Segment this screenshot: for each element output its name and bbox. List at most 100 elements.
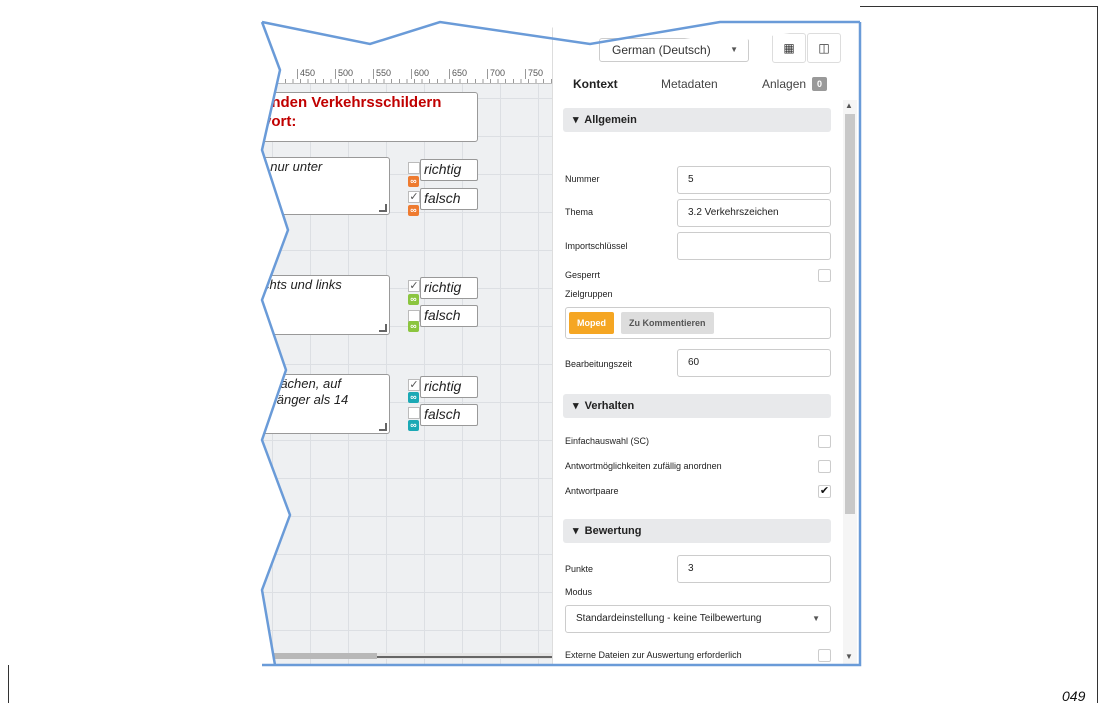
ruler-tick: 550 [373,69,391,79]
section-allgemein[interactable]: ▾ Allgemein [563,108,831,132]
layout-toggle-button[interactable]: ◫ [807,33,841,63]
scrollbar-thumb[interactable] [262,653,377,659]
question-title-box[interactable]: enden Verkehrsschildern vort: [262,92,478,142]
answer-box[interactable]: falsch [420,305,478,327]
link-icon[interactable]: ∞ [408,321,419,332]
question-box[interactable]: t nur unter [262,157,390,215]
tab-metadaten[interactable]: Metadaten [661,68,718,100]
screenshot: 0 450 500 550 600 650 700 750 enden Verk… [262,22,860,665]
chevron-down-icon: ▼ [812,614,820,623]
link-icon[interactable]: ∞ [408,294,419,305]
ruler-tick: 500 [335,69,353,79]
ruler-tick: 700 [487,69,505,79]
label-importschluessel: Importschlüssel [565,241,628,251]
importschluessel-field[interactable] [677,232,831,260]
chevron-down-icon: ▼ [730,45,738,54]
answer-checkbox[interactable] [408,162,420,174]
zielgruppen-tags[interactable]: Moped Zu Kommentieren [565,307,831,339]
language-value: German (Deutsch) [612,43,711,57]
question-box[interactable]: chts und links [262,275,390,335]
scroll-down-icon[interactable]: ▼ [845,652,853,661]
answer-box[interactable]: falsch [420,404,478,426]
label-externe-dateien: Externe Dateien zur Auswertung erforderl… [565,650,742,660]
scroll-up-icon[interactable]: ▲ [845,101,853,110]
question-title-line: vort: [263,113,297,130]
resize-handle-icon[interactable] [379,324,387,332]
properties-content: ▾ Allgemein Nummer 5 Thema 3.2 Verkehrsz… [553,100,843,665]
tab-label: Anlagen [762,77,807,91]
caret-down-icon: ▾ [573,525,579,537]
properties-panel: German (Deutsch) ▼ ▦ ◫ Kontext Metadaten… [552,22,860,665]
gesperrt-checkbox[interactable] [818,269,831,282]
nummer-field[interactable]: 5 [677,166,831,194]
ruler-tick: 600 [411,69,429,79]
attachment-count-badge: 0 [812,77,828,91]
question-text: rkflächen, auf [263,376,342,391]
ruler-tick: 450 [297,69,315,79]
modus-value: Standardeinstellung - keine Teilbewertun… [576,613,762,624]
label-gesperrt: Gesperrt [565,270,601,280]
answer-box[interactable]: falsch [420,188,478,210]
label-nummer: Nummer [565,174,600,184]
answer-box[interactable]: richtig [420,376,478,398]
editor-canvas[interactable]: 0 450 500 550 600 650 700 750 enden Verk… [262,22,552,665]
scrollbar-track-line [377,656,552,658]
section-verhalten[interactable]: ▾ Verhalten [563,394,831,418]
label-punkte: Punkte [565,564,594,574]
page-number: 049 [1062,688,1086,703]
antwortpaare-checkbox[interactable]: ✔ [818,485,831,498]
resize-handle-icon[interactable] [379,423,387,431]
grid-view-button[interactable]: ▦ [772,33,806,63]
label-zufall: Antwortmöglichkeiten zufällig anordnen [565,461,722,471]
section-title: Allgemein [584,114,637,126]
answer-checkbox[interactable] [408,407,420,419]
link-icon[interactable]: ∞ [408,205,419,216]
question-title-line: enden Verkehrsschildern [263,94,442,111]
section-bewertung[interactable]: ▾ Bewertung [563,519,831,543]
top-toolbar: German (Deutsch) ▼ ▦ ◫ [553,22,860,68]
externe-dateien-checkbox[interactable] [818,649,831,662]
bearbeitungszeit-field[interactable]: 60 [677,349,831,377]
label-bearbeitungszeit: Bearbeitungszeit [565,359,633,369]
answer-checkbox[interactable]: ✓ [408,280,420,292]
modus-select[interactable]: Standardeinstellung - keine Teilbewertun… [565,605,831,633]
ruler: 0 450 500 550 600 650 700 750 [262,68,552,84]
answer-box[interactable]: richtig [420,277,478,299]
answer-checkbox[interactable]: ✓ [408,191,420,203]
ruler-tick: 750 [525,69,543,79]
scrollbar-thumb[interactable] [845,114,855,514]
tab-bar: Kontext Metadaten Anlagen 0 [553,68,860,100]
tab-label: Metadaten [661,77,718,91]
punkte-field[interactable]: 3 [677,555,831,583]
tab-label: Kontext [573,77,618,91]
label-modus: Modus [565,587,593,597]
caret-down-icon: ▾ [573,114,579,126]
link-icon[interactable]: ∞ [408,392,419,403]
caret-down-icon: ▾ [573,400,579,412]
answer-box[interactable]: richtig [420,159,478,181]
einfachauswahl-checkbox[interactable] [818,435,831,448]
tab-anlagen[interactable]: Anlagen 0 [762,68,828,100]
section-title: Verhalten [584,400,635,412]
resize-handle-icon[interactable] [379,204,387,212]
question-box[interactable]: rkflächen, auf h länger als 14 [262,374,390,434]
language-select[interactable]: German (Deutsch) ▼ [599,38,749,62]
tag-zu-kommentieren[interactable]: Zu Kommentieren [621,312,714,334]
link-icon[interactable]: ∞ [408,420,419,431]
label-zielgruppen: Zielgruppen [565,289,613,299]
tag-moped[interactable]: Moped [569,312,614,334]
thema-field[interactable]: 3.2 Verkehrszeichen [677,199,831,227]
section-title: Bewertung [584,525,642,537]
label-antwortpaare: Antwortpaare [565,486,619,496]
tab-kontext[interactable]: Kontext [573,68,618,100]
label-einfachauswahl: Einfachauswahl (SC) [565,436,650,446]
vertical-scrollbar[interactable]: ▲ ▼ [843,100,857,665]
question-text: t nur unter [263,159,323,174]
link-icon[interactable]: ∞ [408,176,419,187]
question-text: h länger als 14 [263,392,349,407]
horizontal-scrollbar[interactable] [262,653,552,659]
answer-checkbox[interactable]: ✓ [408,379,420,391]
ruler-tick: 0 [262,69,270,79]
zufall-checkbox[interactable] [818,460,831,473]
label-thema: Thema [565,207,594,217]
